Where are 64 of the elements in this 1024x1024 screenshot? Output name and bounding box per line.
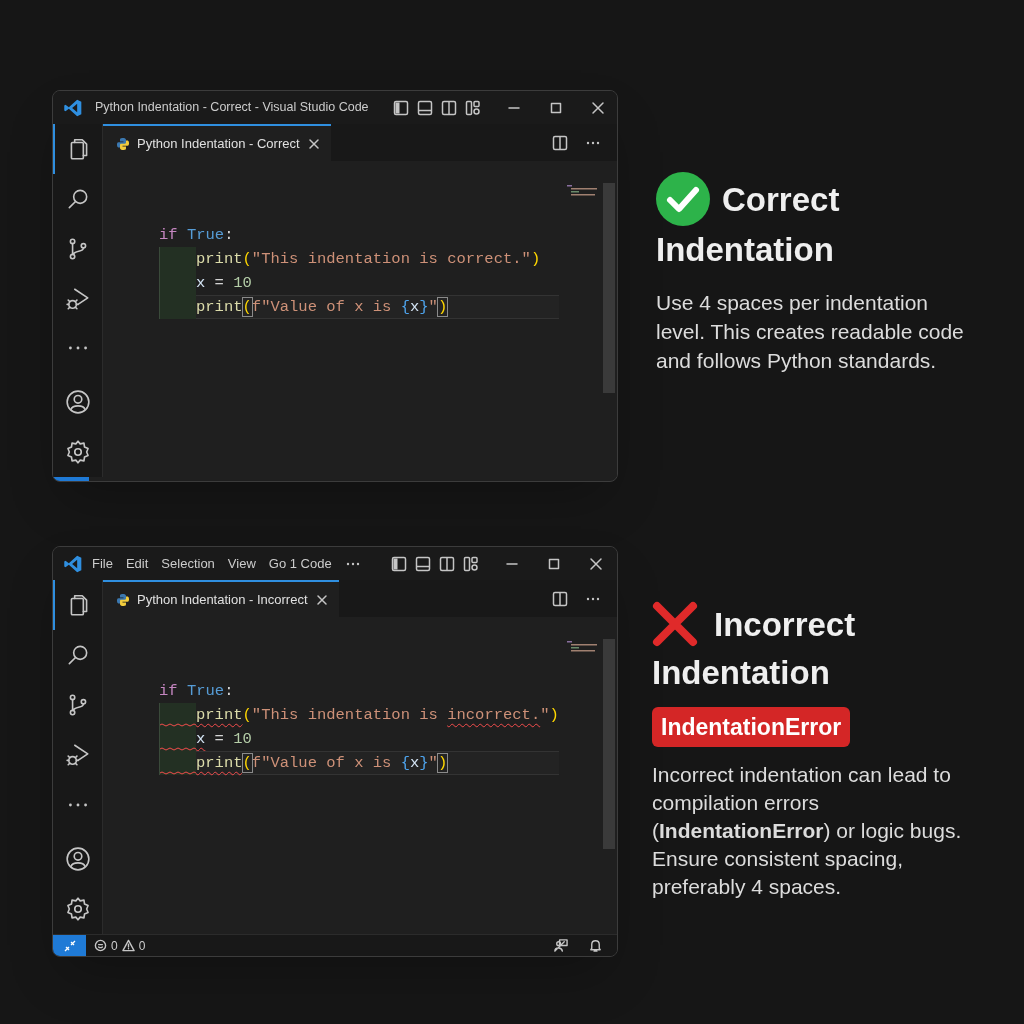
code-line: if True: <box>159 681 235 702</box>
menu-item[interactable]: Go 1 Code <box>268 553 332 574</box>
customize-layout-icon[interactable] <box>464 99 481 116</box>
status-bar-indicator <box>53 477 89 481</box>
maximize-icon[interactable] <box>548 100 563 115</box>
settings-icon[interactable] <box>64 896 91 922</box>
problems-indicator[interactable]: 0 0 <box>94 936 146 955</box>
window-title: Python Indentation - Correct - Visual Studio Code <box>95 99 369 117</box>
check-circle-icon <box>656 172 710 227</box>
minimap-drawing <box>567 641 599 653</box>
split-layout-icon[interactable] <box>439 555 455 572</box>
error-count: 0 <box>111 937 118 955</box>
panel-layout-icon[interactable] <box>415 555 431 572</box>
code-line: x = 10 <box>196 273 253 294</box>
customize-layout-icon[interactable] <box>463 555 479 572</box>
tab-label: Python Indentation - Correct <box>137 134 300 153</box>
code-line: if True: <box>159 225 235 246</box>
split-layout-icon[interactable] <box>440 99 457 116</box>
settings-icon[interactable] <box>64 439 91 466</box>
warning-icon <box>121 939 135 952</box>
code-line: x = 10 <box>196 729 253 750</box>
tab-close-icon[interactable] <box>306 136 321 151</box>
menu-item[interactable]: Edit <box>125 553 149 574</box>
menu-item[interactable]: File <box>92 553 113 574</box>
menu-item[interactable]: View <box>227 553 256 574</box>
python-icon <box>116 592 130 607</box>
sidebar-layout-icon[interactable] <box>392 99 409 116</box>
error-squiggle <box>160 723 197 727</box>
sidebar-layout-icon[interactable] <box>391 555 407 572</box>
error-badge: IndentationError <box>652 707 851 747</box>
warning-count: 0 <box>138 937 146 955</box>
run-debug-icon[interactable] <box>64 285 91 312</box>
panel-layout-icon[interactable] <box>416 99 433 116</box>
tab-close-icon[interactable] <box>314 592 329 607</box>
python-icon <box>116 136 130 151</box>
tab-label: Python Indentation - Incorrect <box>137 590 308 609</box>
remote-button[interactable] <box>53 935 86 956</box>
close-icon[interactable] <box>589 556 603 571</box>
close-icon[interactable] <box>590 100 605 115</box>
error-squiggle <box>160 747 197 751</box>
split-editor-icon[interactable] <box>552 134 568 151</box>
code-line: print("This indentation is incorrect.") <box>196 705 559 726</box>
editor-tab[interactable]: Python Indentation - Incorrect <box>103 580 339 617</box>
section-heading: Incorrect Indentation <box>652 601 882 697</box>
error-squiggle <box>160 771 197 775</box>
run-debug-icon[interactable] <box>64 742 91 768</box>
account-icon[interactable] <box>64 389 91 416</box>
split-editor-icon[interactable] <box>552 590 568 607</box>
description: Use 4 spaces per indentation level. This creates readable code and follows Python standards. <box>656 290 965 375</box>
code-line: print("This indentation is correct.") <box>196 249 542 270</box>
minimap-drawing <box>567 185 599 197</box>
section-heading: Correct Indentation <box>656 176 886 275</box>
remote-icon <box>63 939 76 952</box>
account-icon[interactable] <box>64 846 91 872</box>
vscode-logo-icon <box>63 553 83 574</box>
menu-item[interactable]: Selection <box>161 553 215 574</box>
error-icon <box>94 939 107 952</box>
editor-tab[interactable]: Python Indentation - Correct <box>103 124 331 161</box>
vscode-logo-icon <box>63 97 83 118</box>
cross-icon <box>652 601 698 648</box>
feedback-icon[interactable] <box>553 938 568 953</box>
description: Incorrect indentation can lead to compilation errors (IndentationError) or logic bugs. Ensure consistent spacing, preferably 4 spaces. <box>652 762 963 900</box>
notifications-icon[interactable] <box>588 938 603 953</box>
maximize-icon[interactable] <box>547 556 561 571</box>
